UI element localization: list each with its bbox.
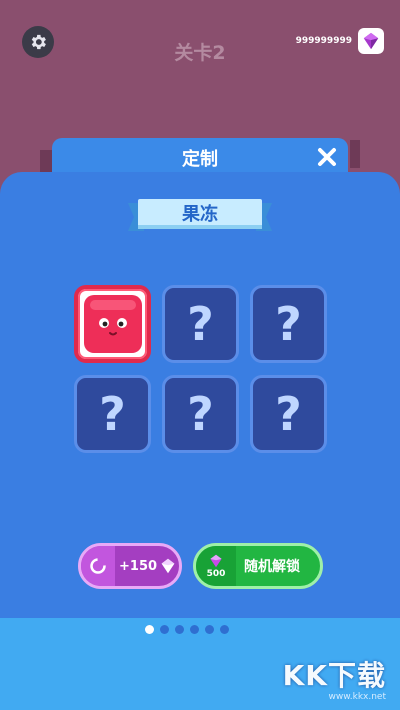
gem-count: 999999999 [295, 36, 352, 46]
skin-slot-3[interactable]: ? [250, 285, 327, 363]
page-indicator [145, 625, 229, 634]
page-dot-3[interactable] [175, 625, 184, 634]
skin-slot-4[interactable]: ? [74, 375, 151, 453]
page-dot-5[interactable] [205, 625, 214, 634]
skin-slot-6[interactable]: ? [250, 375, 327, 453]
level-prop-left [40, 150, 52, 172]
dialog-title: 定制 [182, 149, 218, 170]
gem-icon [210, 554, 222, 567]
gem-icon [161, 558, 175, 574]
skin-slot-5[interactable]: ? [162, 375, 239, 453]
gem-icon [358, 28, 384, 54]
gem-counter: 999999999 [296, 28, 384, 54]
question-mark-icon: ? [187, 387, 214, 441]
page-dot-6[interactable] [220, 625, 229, 634]
page-dot-2[interactable] [160, 625, 169, 634]
question-mark-icon: ? [99, 387, 126, 441]
red-jelly-icon [83, 295, 142, 353]
skin-grid: ? ? ? ? ? [74, 285, 327, 453]
page-dot-1[interactable] [145, 625, 154, 634]
watch-ad-button[interactable]: +150 [78, 543, 182, 589]
skin-slot-1[interactable] [74, 285, 151, 363]
page-dot-4[interactable] [190, 625, 199, 634]
close-icon [318, 148, 336, 166]
watermark-logo: KK下载 [282, 659, 386, 692]
skin-slot-2[interactable]: ? [162, 285, 239, 363]
ad-reward-label: +150 [119, 558, 158, 574]
loading-ring-icon [81, 546, 115, 586]
watermark: KK下载 www.kkx.net [283, 654, 386, 702]
question-mark-icon: ? [275, 387, 302, 441]
category-label: 果冻 [182, 204, 218, 225]
unlock-cost-value: 500 [206, 568, 226, 579]
question-mark-icon: ? [275, 297, 302, 351]
unlock-cost: 500 [196, 546, 236, 586]
unlock-label: 随机解锁 [244, 559, 300, 575]
level-prop-right [350, 140, 360, 168]
category-ribbon: 果冻 [128, 197, 272, 233]
random-unlock-button[interactable]: 500 随机解锁 [193, 543, 323, 589]
question-mark-icon: ? [187, 297, 214, 351]
close-button[interactable] [314, 144, 340, 170]
